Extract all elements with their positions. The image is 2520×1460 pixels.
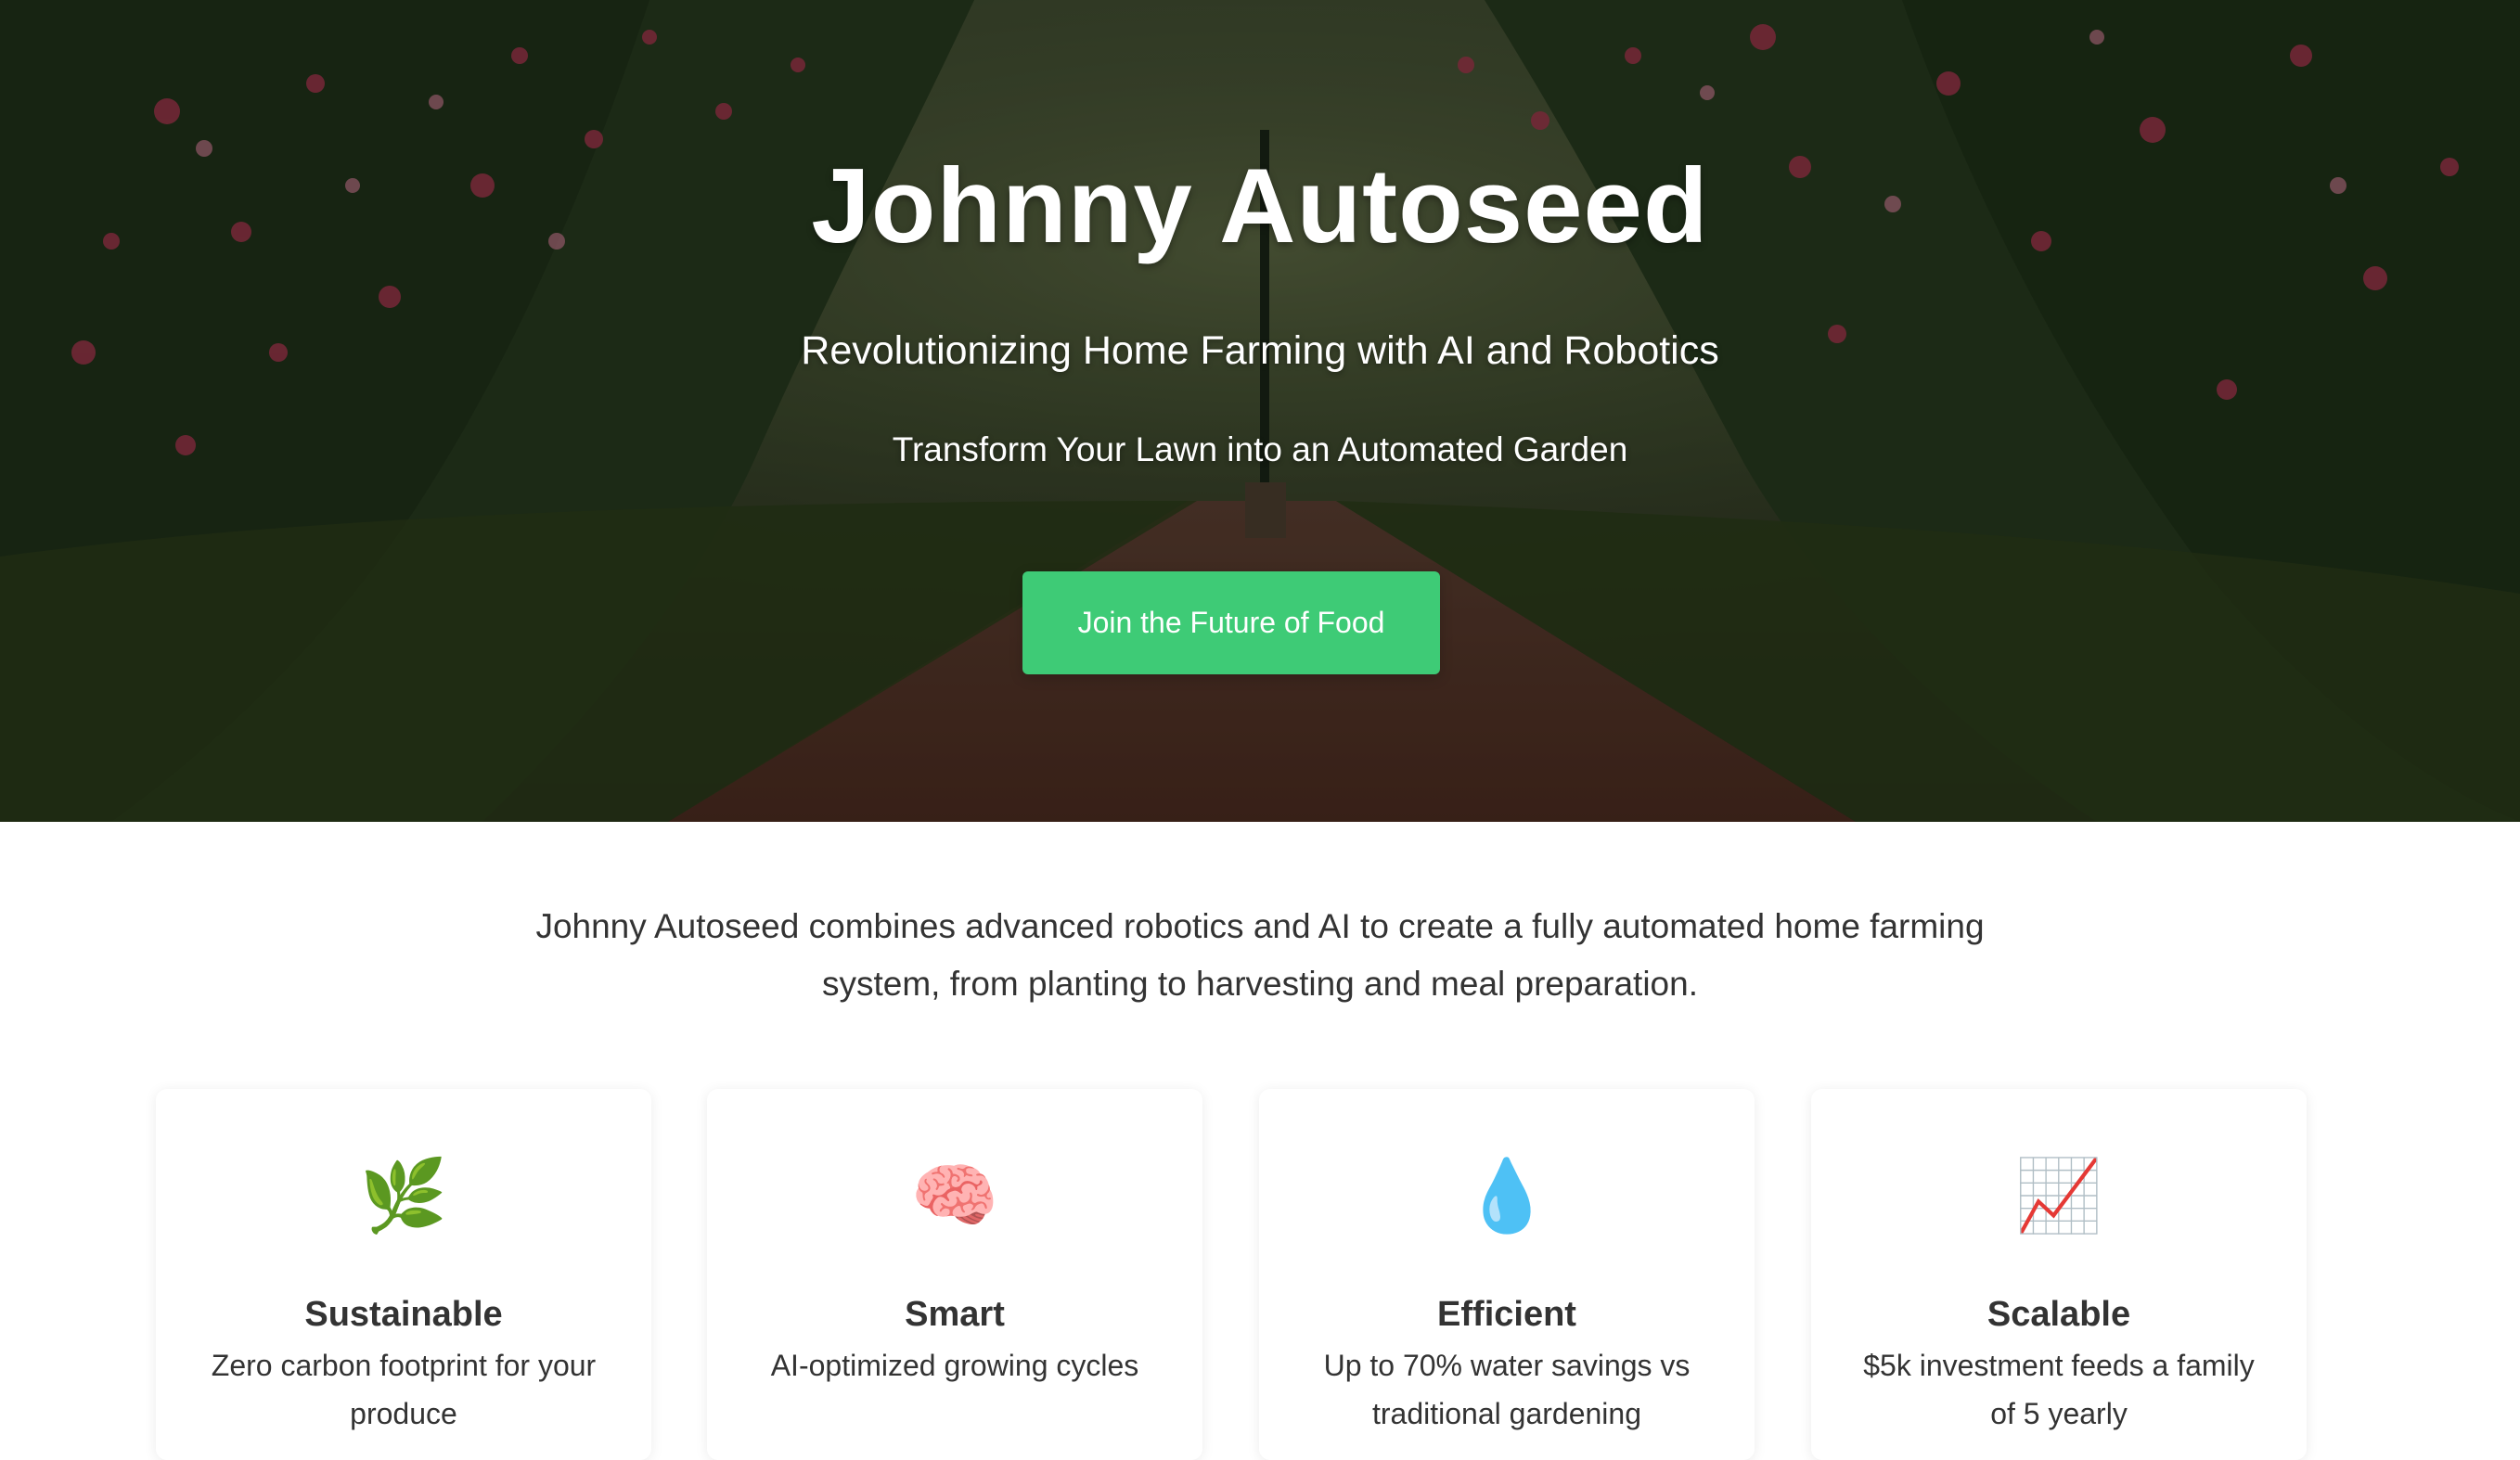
- chart-increasing-icon: 📈: [2014, 1157, 2103, 1236]
- feature-title: Sustainable: [304, 1295, 503, 1334]
- feature-title: Efficient: [1437, 1295, 1576, 1334]
- features-section: 🌿 Sustainable Zero carbon footprint for …: [156, 1089, 2364, 1460]
- hero-subtitle: Revolutionizing Home Farming with AI and…: [801, 328, 1719, 373]
- herb-icon: 🌿: [359, 1157, 448, 1236]
- feature-card-scalable: 📈 Scalable $5k investment feeds a family…: [1811, 1089, 2307, 1460]
- feature-description: Up to 70% water savings vs traditional g…: [1323, 1349, 1691, 1430]
- droplet-icon: 💧: [1462, 1157, 1551, 1236]
- feature-title: Smart: [905, 1295, 1005, 1334]
- intro-text: Johnny Autoseed combines advanced roboti…: [535, 907, 1985, 1003]
- feature-card-sustainable: 🌿 Sustainable Zero carbon footprint for …: [156, 1089, 651, 1460]
- join-future-of-food-button[interactable]: Join the Future of Food: [1022, 571, 1440, 674]
- hero-tagline: Transform Your Lawn into an Automated Ga…: [892, 430, 1628, 468]
- feature-description: $5k investment feeds a family of 5 yearl…: [1863, 1349, 2255, 1430]
- hero-overlay: [0, 0, 2520, 822]
- hero-section: Johnny Autoseed Revolutionizing Home Far…: [0, 0, 2520, 822]
- feature-title: Scalable: [1986, 1295, 2131, 1334]
- brain-icon: 🧠: [910, 1157, 999, 1236]
- hero-title: Johnny Autoseed: [811, 147, 1709, 265]
- feature-card-smart: 🧠 Smart AI-optimized growing cycles: [707, 1089, 1202, 1460]
- feature-card-efficient: 💧 Efficient Up to 70% water savings vs t…: [1259, 1089, 1755, 1460]
- feature-description: AI-optimized growing cycles: [770, 1349, 1139, 1382]
- feature-description: Zero carbon footprint for your produce: [211, 1349, 597, 1430]
